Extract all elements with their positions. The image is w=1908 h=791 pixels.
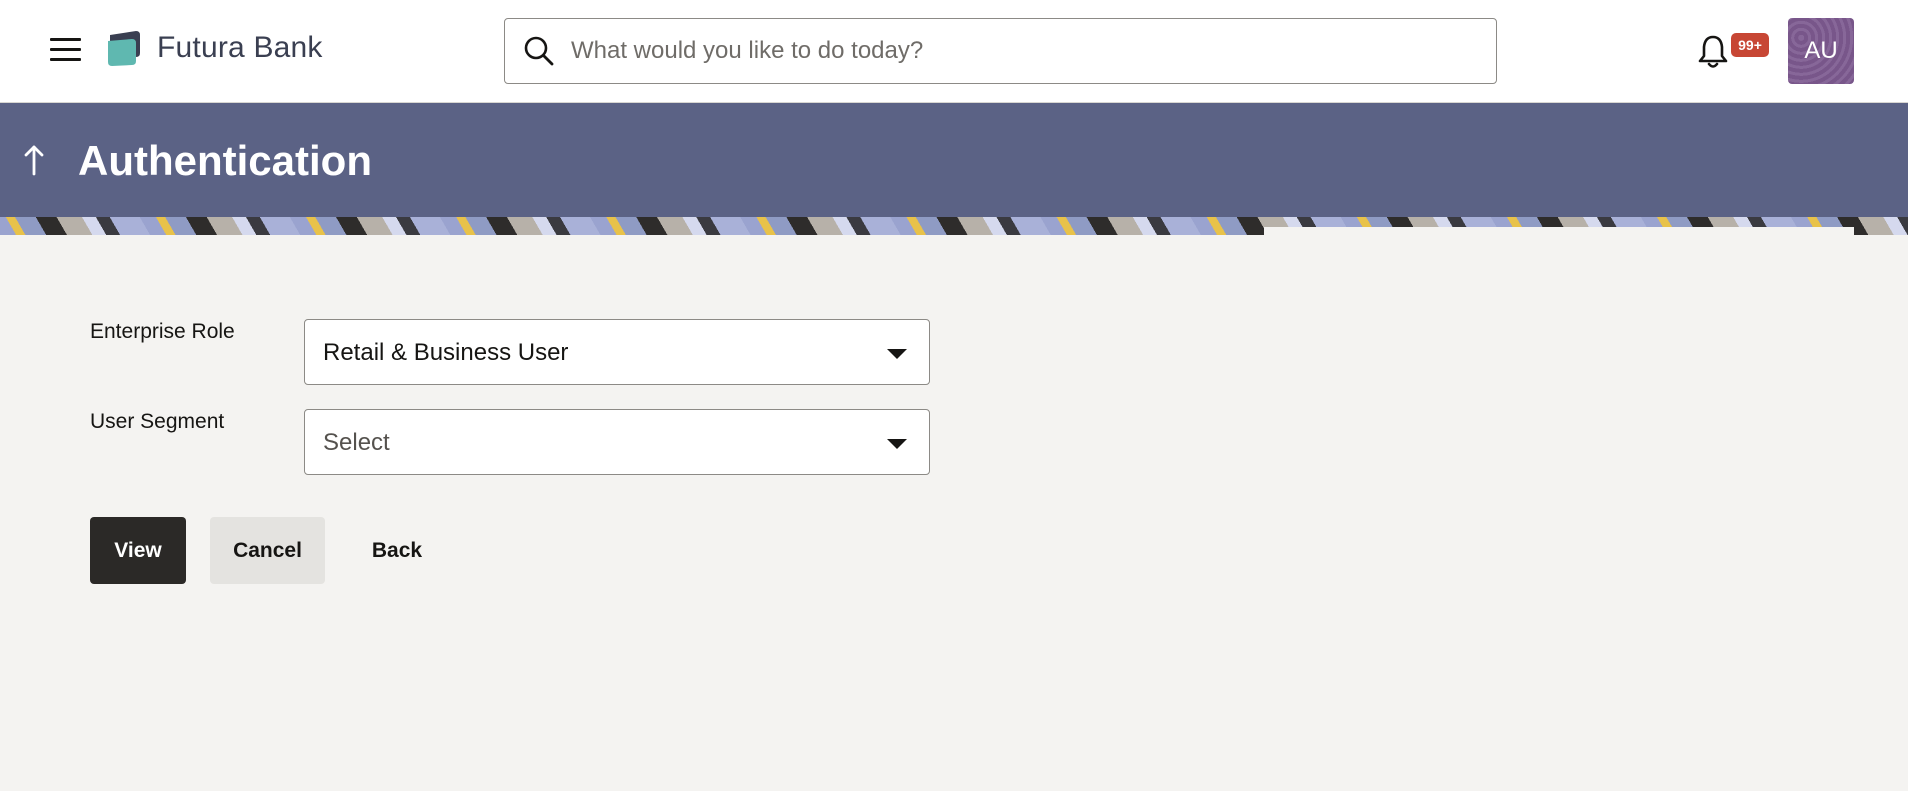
top-header: Futura Bank 99+ AU [0,0,1908,103]
chevron-down-icon [887,349,907,359]
user-segment-select[interactable]: Select [304,409,930,475]
user-avatar[interactable]: AU [1788,18,1854,84]
bank-logo-icon [108,31,140,66]
bank-name[interactable]: Futura Bank [157,31,323,65]
cancel-button[interactable]: Cancel [210,517,325,584]
notification-bell-icon[interactable] [1696,34,1730,70]
search-icon [524,36,554,66]
search-input[interactable] [571,31,1471,71]
user-segment-value: Select [323,429,390,456]
enterprise-role-label: Enterprise Role [90,320,235,343]
banner-tab-notch [1264,227,1854,235]
view-button[interactable]: View [90,517,186,584]
menu-icon[interactable] [46,34,86,68]
search-bar[interactable] [504,18,1497,84]
chevron-down-icon [887,439,907,449]
notification-count-badge: 99+ [1731,33,1769,57]
page-title: Authentication [78,137,372,184]
back-button[interactable]: Back [355,517,439,584]
enterprise-role-value: Retail & Business User [323,339,569,366]
page-banner: Authentication [0,103,1908,235]
user-segment-label: User Segment [90,410,225,433]
enterprise-role-select[interactable]: Retail & Business User [304,319,930,385]
arrow-up-icon[interactable] [20,142,48,178]
